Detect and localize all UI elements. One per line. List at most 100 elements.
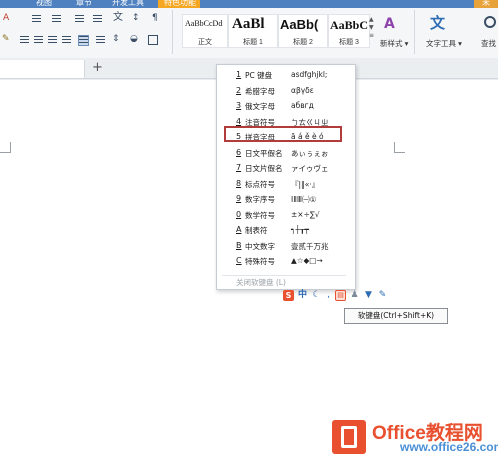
menu-item-name: 数学符号 [245, 210, 275, 220]
text-tools-icon[interactable]: 文 [430, 14, 450, 32]
menu-section[interactable]: 章节 [76, 0, 92, 8]
find-icon[interactable] [484, 16, 496, 28]
soft-keyboard-icon[interactable]: ▤ [335, 290, 346, 301]
ime-logo-icon[interactable]: S [283, 290, 294, 301]
ime-moon-icon[interactable]: ☾ [311, 290, 322, 301]
menu-item-key: A [236, 225, 242, 234]
menu-item-key: 2 [236, 85, 242, 95]
style-heading-3[interactable]: AaBbC 标题 3 [328, 14, 370, 48]
menu-item-pc-keyboard[interactable]: 1 PC 键盘 asdfghjkl; [217, 68, 355, 83]
menu-item-greek[interactable]: 2 希腊字母 αβγδε [217, 84, 355, 99]
justify-icon[interactable] [62, 36, 71, 45]
soft-keyboard-menu: 1 PC 键盘 asdfghjkl; 2 希腊字母 αβγδε 3 俄文字母 а… [216, 64, 356, 290]
menu-item-name: 日文平假名 [245, 148, 283, 158]
shading-icon[interactable]: ◒ [130, 35, 139, 44]
menu-item-name: 标点符号 [245, 179, 275, 189]
style-label: 正文 [198, 39, 212, 46]
watermark-url: www.office26.com [400, 440, 498, 454]
menu-item-name: 日文片假名 [245, 164, 283, 173]
menu-special-tab[interactable]: 特色功能 [158, 0, 200, 8]
menu-item-key: C [236, 256, 242, 265]
find-button[interactable]: 查找 [481, 38, 496, 49]
style-label: 标题 2 [293, 39, 313, 46]
line-spacing-icon[interactable] [96, 36, 105, 45]
ime-tools-icon[interactable]: ✎ [377, 290, 388, 301]
menu-item-name: 数字序号 [245, 195, 275, 204]
align-center-icon[interactable] [34, 36, 43, 45]
menu-item-key: 3 [236, 101, 242, 110]
office-logo-mark [341, 426, 357, 448]
style-heading-2[interactable]: AaBb( 标题 2 [278, 14, 328, 48]
ime-punct-icon[interactable]: , [323, 290, 334, 301]
style-normal[interactable]: AaBbCcDd 正文 [182, 14, 228, 48]
style-heading-1[interactable]: AaBl 标题 1 [228, 14, 278, 48]
menu-item-sample: あぃぅぇぉ [291, 148, 329, 158]
menu-item-key: 8 [236, 178, 242, 188]
paragraph-spacing-icon[interactable]: ⇕ [112, 35, 121, 44]
menu-item-sample: ┑┼┰┯ [291, 225, 310, 234]
border-icon[interactable] [148, 35, 158, 45]
distributed-align-icon[interactable] [78, 35, 89, 46]
corner-button[interactable]: 未 [474, 0, 498, 8]
document-tab[interactable] [0, 60, 85, 78]
menu-item-chinese-numerals[interactable]: B 中文数字 壹贰千万兆 [217, 239, 355, 254]
highlight-box [224, 126, 342, 142]
menu-item-name: 特殊符号 [245, 257, 275, 266]
menu-item-katakana[interactable]: 7 日文片假名 ァイゥヴェ [217, 161, 355, 176]
new-style-icon[interactable]: A [384, 16, 400, 32]
sort-icon[interactable]: ↕ [132, 14, 141, 23]
menu-item-key: B [236, 240, 242, 250]
close-soft-keyboard-item[interactable]: 关闭软键盘 (L) [236, 277, 286, 288]
menu-item-sample: ±×÷∑√ [291, 209, 320, 219]
menu-item-name: 中文数字 [245, 241, 275, 251]
menu-item-punctuation[interactable]: 8 标点符号 『|‖«·』 [217, 177, 355, 192]
ime-user-icon[interactable]: ♟ [349, 290, 360, 301]
menu-item-russian[interactable]: 3 俄文字母 абвгд [217, 99, 355, 114]
new-style-label: 新样式 [380, 39, 403, 48]
menu-item-sample: абвгд [291, 101, 314, 110]
increase-indent-icon[interactable] [93, 15, 102, 24]
menu-view[interactable]: 视图 [36, 0, 52, 8]
numbered-list-icon[interactable] [52, 15, 61, 24]
menu-developer[interactable]: 开发工具 [112, 0, 144, 8]
style-sample: AaBbCcDd [185, 19, 223, 28]
align-left-icon[interactable] [20, 36, 29, 45]
office-logo-icon [332, 420, 366, 454]
margin-corner-mark [0, 142, 11, 153]
bullet-list-icon[interactable] [32, 15, 41, 24]
menu-item-math-symbols[interactable]: 0 数学符号 ±×÷∑√ [217, 208, 355, 223]
new-tab-button[interactable]: + [92, 60, 103, 76]
menu-item-name: 俄文字母 [245, 102, 275, 111]
menu-item-sample: 壹贰千万兆 [291, 241, 329, 251]
text-tools-button[interactable]: 文字工具 ▾ [426, 38, 462, 49]
menu-special[interactable]: 特色功能 [164, 0, 196, 8]
style-sample: AaBb( [280, 17, 319, 32]
soft-keyboard-tooltip: 软键盘(Ctrl+Shift+K) [344, 308, 448, 324]
chinese-layout-icon[interactable]: 文 [113, 13, 123, 23]
menu-item-number-symbols[interactable]: 9 数字序号 ⅠⅡⅢ㈠① [217, 192, 355, 207]
menu-item-hiragana[interactable]: 6 日文平假名 あぃぅぇぉ [217, 146, 355, 161]
ime-skin-icon[interactable]: ▼ [363, 290, 374, 301]
ribbon-separator [172, 10, 173, 54]
style-scroll-icon[interactable]: ▲ ▼ ≡ [369, 16, 374, 40]
menu-item-sample: asdfghjkl; [291, 70, 328, 79]
show-marks-icon[interactable]: ¶ [152, 14, 161, 23]
menu-item-name: 希腊字母 [245, 86, 275, 96]
menu-item-name: PC 键盘 [245, 71, 273, 80]
menu-item-key: 4 [236, 116, 242, 126]
menu-item-key: 6 [236, 147, 242, 157]
menu-divider [222, 275, 346, 276]
menu-bar: 视图 章节 开发工具 [0, 0, 498, 8]
menu-item-name: 制表符 [245, 226, 268, 235]
clear-format-icon[interactable]: ✎ [2, 35, 11, 44]
new-style-button[interactable]: 新样式 ▾ [380, 38, 408, 49]
align-right-icon[interactable] [48, 36, 57, 45]
font-color-icon[interactable]: A [3, 14, 12, 23]
decrease-indent-icon[interactable] [75, 15, 84, 24]
menu-item-special-symbols[interactable]: C 特殊符号 ▲☆◆□→ [217, 254, 355, 269]
menu-item-box-drawing[interactable]: A 制表符 ┑┼┰┯ [217, 223, 355, 238]
ime-lang-icon[interactable]: 中 [297, 290, 308, 301]
style-label: 标题 1 [243, 39, 263, 46]
menu-item-sample: ⅠⅡⅢ㈠① [291, 195, 317, 204]
menu-item-sample: ァイゥヴェ [291, 164, 329, 173]
